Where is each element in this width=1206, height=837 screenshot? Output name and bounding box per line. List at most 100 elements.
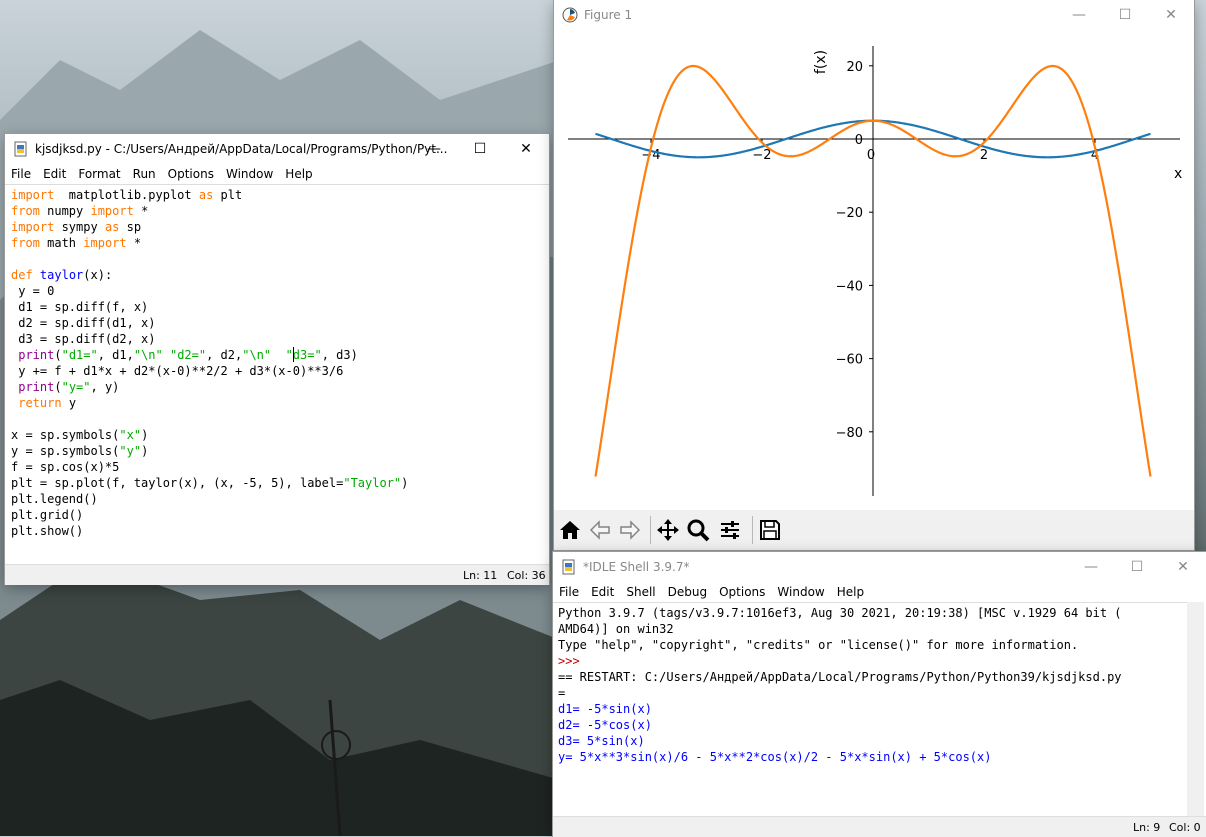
code-token: plt = sp.plot(f, taylor(x), (x, -5, 5), …: [11, 476, 344, 490]
y-tick-label: 20: [846, 60, 863, 75]
shell-titlebar[interactable]: *IDLE Shell 3.9.7* — ☐ ✕: [553, 552, 1206, 582]
code-token: "\n" "d2=": [133, 348, 207, 362]
minimize-button[interactable]: —: [411, 134, 457, 164]
shell-text-area[interactable]: Python 3.9.7 (tags/v3.9.7:1016ef3, Aug 3…: [553, 602, 1187, 817]
editor-menu-edit[interactable]: Edit: [37, 167, 72, 181]
code-token: , d2,: [206, 348, 243, 362]
code-token: , d3): [321, 348, 358, 362]
shell-menu-shell[interactable]: Shell: [620, 585, 661, 599]
shell-line: == RESTART: C:/Users/Андрей/AppData/Loca…: [558, 670, 1122, 684]
column-indicator: Col: 0: [1169, 821, 1201, 834]
minimize-button[interactable]: —: [1056, 0, 1102, 30]
line-indicator: Ln: 11: [463, 569, 498, 582]
shell-menubar: File Edit Shell Debug Options Window Help: [553, 582, 1206, 602]
x-tick-label: −2: [752, 148, 771, 163]
code-token: "x": [119, 428, 142, 442]
save-icon[interactable]: [756, 516, 784, 544]
editor-code[interactable]: import matplotlib.pyplot as plt from nump…: [11, 187, 408, 539]
close-button[interactable]: ✕: [1148, 0, 1194, 30]
editor-window: kjsdjksd.py - C:/Users/Андрей/AppData/Lo…: [5, 134, 549, 585]
shell-statusbar: Ln: 9 Col: 0: [553, 816, 1206, 837]
y-tick-label: −40: [836, 279, 863, 294]
code-token: import: [83, 236, 127, 250]
code-token: import: [90, 204, 134, 218]
minimize-button[interactable]: —: [1068, 552, 1114, 582]
maximize-button[interactable]: ☐: [1114, 552, 1160, 582]
close-button[interactable]: ✕: [503, 134, 549, 164]
forward-icon[interactable]: [616, 516, 644, 544]
plot-canvas[interactable]: −4 −2 0 2 4−80−60−40−20020 x f(x): [554, 30, 1194, 510]
pan-icon[interactable]: [654, 516, 682, 544]
editor-menu-format[interactable]: Format: [72, 167, 126, 181]
shell-line: Type "help", "copyright", "credits" or "…: [558, 638, 1079, 652]
code-token: x = sp.symbols(: [11, 428, 120, 442]
x-tick-label: 2: [980, 148, 988, 163]
editor-menu-file[interactable]: File: [5, 167, 37, 181]
shell-line: d2= -5*cos(x): [558, 718, 652, 732]
home-icon[interactable]: [556, 516, 584, 544]
code-token: math: [39, 236, 84, 250]
editor-titlebar[interactable]: kjsdjksd.py - C:/Users/Андрей/AppData/Lo…: [5, 134, 549, 164]
code-line: plt.legend(): [11, 491, 408, 507]
shell-scrollbar[interactable]: [1187, 602, 1204, 816]
editor-title: kjsdjksd.py - C:/Users/Андрей/AppData/Lo…: [35, 142, 448, 156]
configure-subplots-icon[interactable]: [716, 516, 744, 544]
shell-menu-help[interactable]: Help: [831, 585, 870, 599]
shell-output[interactable]: Python 3.9.7 (tags/v3.9.7:1016ef3, Aug 3…: [558, 605, 1122, 765]
text-cursor: [293, 347, 294, 362]
code-token: numpy: [39, 204, 91, 218]
code-token: plt.legend(): [11, 492, 98, 506]
code-token: matplotlib.pyplot: [54, 188, 199, 202]
shell-line: AMD64)] on win32: [558, 622, 674, 636]
editor-menu-run[interactable]: Run: [127, 167, 162, 181]
code-line: plt = sp.plot(f, taylor(x), (x, -5, 5), …: [11, 475, 408, 491]
shell-menu-file[interactable]: File: [553, 585, 585, 599]
code-token: y: [61, 396, 77, 410]
code-token: taylor: [39, 268, 84, 282]
code-token: return: [18, 396, 62, 410]
shell-menu-edit[interactable]: Edit: [585, 585, 620, 599]
code-line: plt.show(): [11, 523, 408, 539]
figure-titlebar[interactable]: Figure 1 — ☐ ✕: [554, 0, 1194, 30]
code-token: d1 = sp.diff(f, x): [11, 300, 149, 314]
shell-window: *IDLE Shell 3.9.7* — ☐ ✕ File Edit Shell De…: [553, 552, 1206, 837]
x-tick-label: 0: [867, 148, 875, 163]
y-tick-label: −20: [836, 206, 863, 221]
code-token: def: [11, 268, 33, 282]
code-token: "Taylor": [343, 476, 402, 490]
code-line: d3 = sp.diff(d2, x): [11, 331, 408, 347]
editor-menu-help[interactable]: Help: [279, 167, 318, 181]
shell-line: >>>: [558, 654, 587, 668]
matplotlib-icon: [562, 7, 578, 23]
shell-menu-window[interactable]: Window: [771, 585, 830, 599]
editor-statusbar: Ln: 11 Col: 36: [5, 564, 549, 585]
editor-menu-window[interactable]: Window: [220, 167, 279, 181]
zoom-icon[interactable]: [684, 516, 712, 544]
maximize-button[interactable]: ☐: [457, 134, 503, 164]
maximize-button[interactable]: ☐: [1102, 0, 1148, 30]
shell-line: y= 5*x**3*sin(x)/6 - 5*x**2*cos(x)/2 - 5…: [558, 750, 992, 764]
code-token: "d1=": [61, 348, 98, 362]
code-line: print("d1=", d1,"\n" "d2=", d2,"\n" "d3=…: [11, 347, 408, 363]
shell-menu-debug[interactable]: Debug: [662, 585, 713, 599]
code-token: "y=": [61, 380, 91, 394]
code-token: plt: [213, 188, 243, 202]
code-line: print("y=", y): [11, 379, 408, 395]
code-token: , y): [90, 380, 120, 394]
code-token: import: [11, 220, 55, 234]
line-indicator: Ln: 9: [1133, 821, 1161, 834]
code-token: from: [11, 204, 40, 218]
back-icon[interactable]: [586, 516, 614, 544]
code-token: plt.show(): [11, 524, 84, 538]
shell-menu-options[interactable]: Options: [713, 585, 771, 599]
editor-text-area[interactable]: import matplotlib.pyplot as plt from nump…: [5, 184, 549, 565]
close-button[interactable]: ✕: [1160, 552, 1206, 582]
code-token: print: [18, 380, 55, 394]
shell-title: *IDLE Shell 3.9.7*: [583, 560, 690, 574]
code-line: y += f + d1*x + d2*(x-0)**2/2 + d3*(x-0)…: [11, 363, 408, 379]
code-token: from: [11, 236, 40, 250]
code-line: import matplotlib.pyplot as plt: [11, 187, 408, 203]
code-token: import: [11, 188, 55, 202]
editor-menu-options[interactable]: Options: [162, 167, 220, 181]
toolbar-separator: [752, 516, 753, 544]
